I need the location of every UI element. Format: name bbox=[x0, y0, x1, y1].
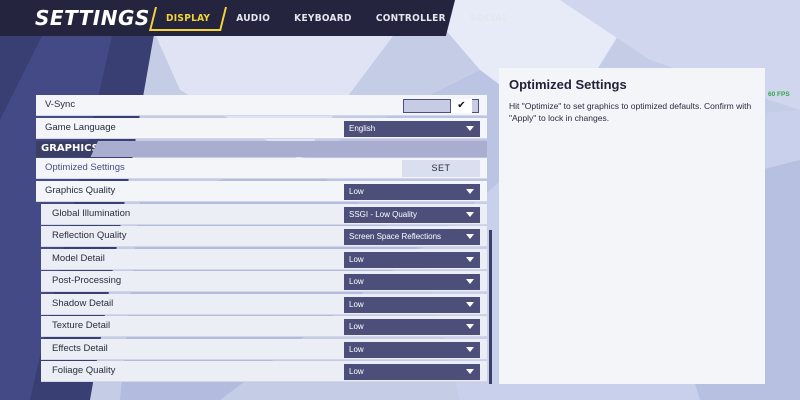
setting-label: Texture Detail bbox=[52, 320, 111, 331]
settings-list: V-Sync ✔ Game Language English GRAPHICS … bbox=[36, 95, 487, 385]
dropdown-value: SSGI - Low Quality bbox=[349, 210, 418, 219]
setting-label: Global Illumination bbox=[52, 208, 131, 219]
vsync-checkbox[interactable]: ✔ bbox=[403, 99, 479, 113]
set-button[interactable]: SET bbox=[402, 160, 480, 177]
checkmark-icon: ✔ bbox=[450, 99, 472, 113]
tab-controller[interactable]: CONTROLLER bbox=[364, 7, 458, 31]
reflection-quality-dropdown[interactable]: Screen Space Reflections bbox=[344, 229, 480, 245]
global-illumination-dropdown[interactable]: SSGI - Low Quality bbox=[344, 207, 480, 223]
tab-label: DISPLAY bbox=[166, 13, 211, 24]
setting-row-model-detail: Model Detail Low bbox=[41, 249, 487, 270]
setting-label: Effects Detail bbox=[52, 343, 108, 354]
dropdown-value: Low bbox=[349, 367, 364, 376]
graphics-section-header: GRAPHICS bbox=[36, 141, 487, 157]
tab-audio[interactable]: AUDIO bbox=[224, 7, 282, 31]
setting-label: Model Detail bbox=[52, 253, 105, 264]
setting-label: Post-Processing bbox=[52, 275, 122, 286]
info-description: Hit "Optimize" to set graphics to optimi… bbox=[509, 101, 752, 123]
setting-row-vsync: V-Sync ✔ bbox=[36, 95, 487, 116]
chevron-down-icon bbox=[466, 189, 474, 194]
chevron-down-icon bbox=[466, 347, 474, 352]
tab-display[interactable]: DISPLAY bbox=[149, 7, 228, 31]
info-panel: Optimized Settings Hit "Optimize" to set… bbox=[499, 68, 765, 384]
setting-label: V-Sync bbox=[45, 99, 76, 110]
setting-label: Reflection Quality bbox=[52, 230, 127, 241]
setting-label: Optimized Settings bbox=[45, 162, 125, 173]
setting-label: Shadow Detail bbox=[52, 298, 114, 309]
post-processing-dropdown[interactable]: Low bbox=[344, 274, 480, 290]
chevron-down-icon bbox=[466, 212, 474, 217]
dropdown-value: Low bbox=[349, 277, 364, 286]
page-title: SETTINGS bbox=[35, 6, 150, 30]
dropdown-value: Low bbox=[349, 322, 364, 331]
game-language-dropdown[interactable]: English bbox=[344, 121, 480, 137]
setting-row-shadow-detail: Shadow Detail Low bbox=[41, 294, 487, 315]
setting-label: Graphics Quality bbox=[45, 185, 116, 196]
tab-social[interactable]: SOCIAL bbox=[458, 7, 521, 31]
dropdown-value: Low bbox=[349, 345, 364, 354]
chevron-down-icon bbox=[466, 302, 474, 307]
setting-row-reflection-quality: Reflection Quality Screen Space Reflecti… bbox=[41, 226, 487, 247]
setting-row-effects-detail: Effects Detail Low bbox=[41, 339, 487, 360]
tab-label: AUDIO bbox=[236, 13, 271, 24]
setting-label: Foliage Quality bbox=[52, 365, 116, 376]
tab-keyboard[interactable]: KEYBOARD bbox=[282, 7, 364, 31]
foliage-quality-dropdown[interactable]: Low bbox=[344, 364, 480, 380]
effects-detail-dropdown[interactable]: Low bbox=[344, 342, 480, 358]
setting-row-foliage-quality: Foliage Quality Low bbox=[41, 361, 487, 382]
dropdown-value: Low bbox=[349, 255, 364, 264]
tab-label: CONTROLLER bbox=[375, 13, 446, 24]
model-detail-dropdown[interactable]: Low bbox=[344, 252, 480, 268]
setting-row-game-language: Game Language English bbox=[36, 118, 487, 139]
setting-row-graphics-quality: Graphics Quality Low bbox=[36, 181, 487, 202]
chevron-down-icon bbox=[466, 324, 474, 329]
dropdown-value: Low bbox=[349, 187, 364, 196]
chevron-down-icon bbox=[466, 279, 474, 284]
info-title: Optimized Settings bbox=[509, 77, 627, 92]
dropdown-value: Screen Space Reflections bbox=[349, 232, 442, 241]
tab-label: KEYBOARD bbox=[294, 13, 352, 24]
setting-label: Game Language bbox=[45, 122, 116, 133]
shadow-detail-dropdown[interactable]: Low bbox=[344, 297, 480, 313]
texture-detail-dropdown[interactable]: Low bbox=[344, 319, 480, 335]
dropdown-value: Low bbox=[349, 300, 364, 309]
setting-row-post-processing: Post-Processing Low bbox=[41, 271, 487, 292]
chevron-down-icon bbox=[466, 257, 474, 262]
chevron-down-icon bbox=[466, 234, 474, 239]
setting-row-optimized: Optimized Settings SET bbox=[36, 158, 487, 179]
setting-row-texture-detail: Texture Detail Low bbox=[41, 316, 487, 337]
dropdown-value: English bbox=[349, 124, 376, 133]
graphics-quality-dropdown[interactable]: Low bbox=[344, 184, 480, 200]
section-tag: GRAPHICS bbox=[36, 141, 98, 157]
chevron-down-icon bbox=[466, 126, 474, 131]
section-label: GRAPHICS bbox=[41, 143, 99, 154]
scrollbar[interactable] bbox=[489, 230, 492, 384]
tab-label: SOCIAL bbox=[469, 13, 509, 24]
chevron-down-icon bbox=[466, 369, 474, 374]
setting-row-global-illumination: Global Illumination SSGI - Low Quality bbox=[41, 204, 487, 225]
fps-counter: 60 FPS bbox=[768, 91, 790, 98]
tab-bar: DISPLAY AUDIO KEYBOARD CONTROLLER SOCIAL bbox=[149, 7, 521, 31]
